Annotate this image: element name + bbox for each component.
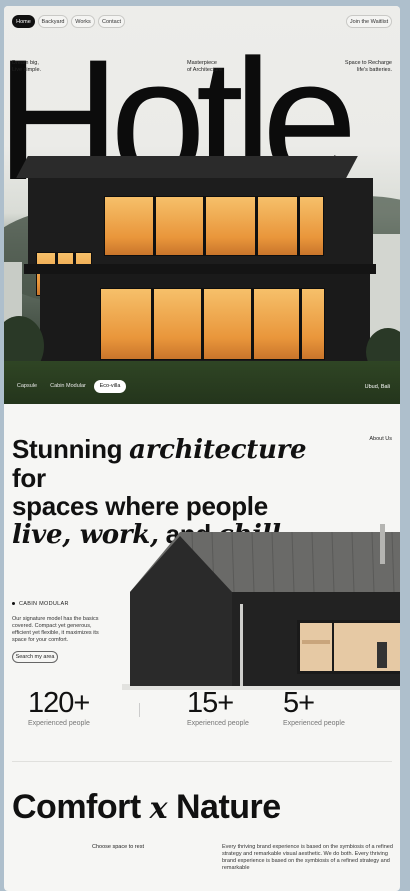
stat-item: 15+ Experienced people — [187, 688, 249, 727]
stat-value: 5+ — [283, 687, 315, 719]
about-us-link[interactable]: About Us — [369, 436, 392, 442]
house-balcony — [24, 264, 376, 274]
stat-item: 120+ Experienced people — [28, 688, 90, 727]
page-frame: Hotle Home Backyard Works Contact Join t… — [4, 6, 400, 891]
stat-value: 15+ — [187, 687, 234, 719]
tab-cabin-modular[interactable]: Cabin Modular — [48, 380, 88, 393]
location-label: Ubud, Bali — [364, 384, 390, 390]
feature-label: CABIN MODULAR — [12, 601, 69, 607]
search-area-button[interactable]: Search my area — [12, 651, 58, 663]
stat-label: Experienced people — [187, 720, 249, 727]
stat-divider — [139, 703, 140, 717]
house-window-upper — [104, 196, 324, 256]
stat-value: 120+ — [28, 687, 90, 719]
bullet-icon — [12, 602, 15, 606]
choose-space-label: Choose space to rest — [92, 844, 144, 850]
stat-label: Experienced people — [283, 720, 345, 727]
feature-description: Our signature model has the basics cover… — [12, 616, 99, 643]
house-roof — [16, 156, 358, 178]
house-window-lower — [100, 288, 325, 360]
section-divider — [12, 761, 392, 762]
comfort-paragraph: Every thriving brand experience is based… — [222, 844, 393, 871]
comfort-title: Comfort x Nature — [12, 788, 281, 826]
tab-eco-villa[interactable]: Eco-villa — [94, 380, 126, 393]
stat-label: Experienced people — [28, 720, 90, 727]
cabin-image — [122, 524, 400, 690]
tab-capsule[interactable]: Capsule — [12, 380, 42, 393]
hero-section: Hotle Home Backyard Works Contact Join t… — [4, 6, 400, 404]
stat-item: 5+ Experienced people — [283, 688, 345, 727]
hero-house-image — [4, 6, 400, 404]
